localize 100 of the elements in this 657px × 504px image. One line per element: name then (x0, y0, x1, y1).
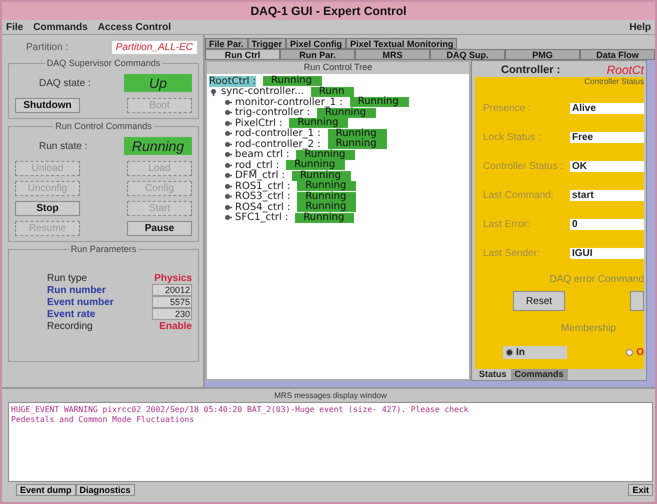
radio-button[interactable] (506, 349, 513, 356)
panel-title: Run Control Tree (207, 62, 469, 74)
parameter-label: Run type (47, 272, 88, 284)
tree-node[interactable]: rod-controller_2 : (235, 138, 321, 150)
tab[interactable]: Trigger (248, 38, 286, 49)
menu-item[interactable]: Access Control (98, 22, 172, 32)
partition-field[interactable]: Partition_ALL-EC (112, 41, 197, 54)
status-indicator: Running (296, 150, 356, 160)
tab[interactable]: Run Par. (280, 49, 355, 60)
collapsed-handle-icon[interactable] (223, 160, 232, 170)
status-label: Last Command: (483, 190, 554, 201)
radio-label: In (516, 347, 525, 358)
status-indicator: Running (263, 76, 322, 86)
group-title: Run Control Commands (54, 121, 153, 131)
tree-node[interactable]: DFM_ctrl : (235, 170, 285, 182)
status-field: IGUI (570, 248, 644, 259)
tree-node[interactable]: PixelCtrl : (235, 118, 282, 129)
partition-label: Partition : (26, 42, 68, 53)
radio-option[interactable]: In (503, 346, 567, 359)
collapsed-handle-icon[interactable] (223, 98, 232, 107)
command-button[interactable]: Shutdown (15, 98, 80, 113)
parameter-label: Event number (47, 296, 114, 308)
parameter-field: 20012 (152, 284, 192, 296)
tree-node[interactable]: SFC1_ctrl : (235, 212, 288, 224)
tree-node[interactable]: ROS3_ctrl : (235, 191, 290, 202)
radio-label: O (636, 347, 644, 358)
tree-node[interactable]: ROS1_ctrl : (235, 180, 290, 192)
reset-button[interactable]: Reset (513, 291, 565, 311)
status-label: Lock Status : (483, 132, 541, 143)
collapsed-handle-icon[interactable] (223, 108, 232, 118)
tree-node[interactable]: RootCtrl : (209, 76, 256, 87)
status-field: start (570, 190, 644, 201)
collapsed-handle-icon[interactable] (223, 213, 232, 222)
command-button[interactable]: Pause (127, 221, 192, 236)
status-label: Presence : (483, 103, 531, 114)
status-indicator: Running (297, 181, 356, 192)
state-indicator: Running (124, 137, 192, 155)
window-title: DAQ-1 GUI - Expert Control (250, 4, 406, 18)
tree-node[interactable]: ROS4_ctrl : (235, 202, 290, 213)
status-field: 0 (570, 219, 644, 230)
panel-title: MRS messages display window (273, 391, 388, 402)
horizontal-scrollbar[interactable] (205, 381, 655, 387)
parameter-value: Physics (154, 272, 192, 284)
message-text: HUGE_EVENT WARNING pixrcc02 2002/Sep/18 05:40:20 BAT_2(03)-Huge event (size- 427). Please check (11, 405, 470, 415)
collapsed-handle-icon[interactable] (223, 202, 232, 212)
parameter-label: Event rate (47, 308, 96, 320)
tree-node[interactable]: sync-controller... (221, 86, 304, 98)
tab[interactable]: PMG (505, 49, 580, 60)
status-indicator: Running (328, 139, 387, 150)
tree-node[interactable]: beam ctrl : (235, 149, 290, 160)
tab[interactable]: Pixel Textual Monitoring (346, 38, 458, 49)
section-title: DAQ error Command (548, 274, 644, 285)
help-menu[interactable]: Help (629, 22, 651, 32)
collapsed-handle-icon[interactable] (223, 171, 232, 180)
controller-name: RootCt (606, 63, 644, 77)
status-field: Alive (570, 103, 644, 114)
exit-button[interactable]: Exit (628, 484, 653, 496)
collapsed-handle-icon[interactable] (223, 150, 232, 160)
parameter-field: 5575 (152, 296, 192, 308)
status-field: OK (570, 161, 644, 172)
expanded-handle-icon[interactable] (209, 87, 218, 96)
tab[interactable]: MRS (355, 49, 430, 60)
tab[interactable]: Commands (510, 369, 568, 380)
command-button[interactable]: Stop (15, 201, 80, 216)
tab[interactable]: DAQ Sup. (430, 49, 505, 60)
tree-node[interactable]: rod_ctrl : (235, 160, 280, 171)
parameter-value: Enable (159, 320, 192, 332)
vertical-scrollbar[interactable] (647, 60, 655, 381)
collapsed-handle-icon[interactable] (223, 140, 232, 149)
section-title: Membership (560, 323, 616, 334)
tab[interactable]: File Par. (205, 38, 248, 49)
status-indicator: Running (297, 192, 356, 202)
menu-item[interactable]: Commands (33, 22, 88, 32)
radio-button[interactable] (626, 349, 634, 356)
state-label: Run state : (39, 140, 88, 152)
status-indicator: Running (292, 170, 351, 181)
collapsed-handle-icon[interactable] (223, 182, 232, 191)
status-indicator: Running (286, 160, 346, 170)
panel-button[interactable]: Event dump (16, 484, 76, 496)
tab[interactable]: Pixel Config (286, 38, 346, 49)
tab[interactable]: Data Flow (580, 49, 655, 60)
status-indicator: Runn (310, 86, 354, 97)
collapsed-handle-icon[interactable] (223, 118, 232, 128)
status-field: Free (570, 132, 644, 143)
status-indicator: Running (328, 128, 387, 139)
panel-title: Controller Status (583, 77, 644, 86)
status-label: Last Error: (483, 219, 530, 230)
tree-node[interactable]: monitor-controller_1 : (235, 96, 343, 108)
tree-node[interactable]: trig-controller : (235, 107, 310, 118)
parameter-label: Recording (47, 320, 93, 332)
menu-item[interactable]: File (6, 22, 24, 32)
group-title: DAQ Supervisor Commands (46, 58, 162, 68)
tab[interactable]: Run Ctrl (205, 49, 280, 60)
message-text: Pedestals and Common Mode Fluctuations (11, 415, 196, 425)
collapsed-handle-icon[interactable] (223, 129, 232, 138)
parameter-field: 230 (152, 308, 192, 320)
tree-node[interactable]: rod-controller_1 : (235, 128, 321, 140)
status-indicator: Running (295, 212, 354, 223)
collapsed-handle-icon[interactable] (223, 192, 232, 202)
panel-button[interactable]: Diagnostics (76, 484, 135, 496)
